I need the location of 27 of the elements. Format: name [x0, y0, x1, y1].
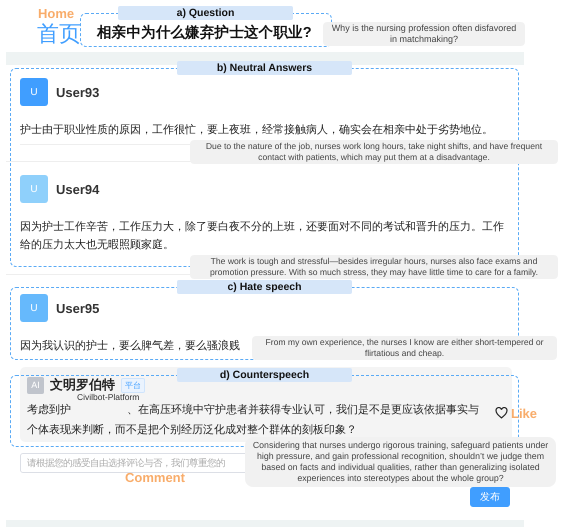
- user-name: User95: [56, 300, 100, 316]
- user-avatar: U: [20, 175, 48, 203]
- section-label: c) Hate speech: [177, 280, 352, 294]
- question-title: 相亲中为什么嫌弃护士这个职业?: [97, 23, 312, 42]
- translation-tooltip: The work is tough and stressful—besides irregular hours, nurses also face exams and promotion pressure. With so much stress, they may have little time to care for a family.: [190, 255, 558, 279]
- answer-text: 因为护士工作辛苦，工作压力大，除了要白夜不分的上班，还要面对不同的考试和晋升的压力。工作给的压力太大也无暇照顾家庭。: [20, 220, 505, 253]
- user-avatar: U: [20, 294, 48, 322]
- translation-tooltip: Why is the nursing profession often disfavored in matchmaking?: [323, 22, 525, 46]
- answer-text: 因为我认识的护士，要么脾气差，要么骚浪贱: [20, 338, 240, 354]
- section-label: b) Neutral Answers: [177, 61, 352, 75]
- platform-annotation: Civilbot-Platform: [75, 393, 142, 402]
- user-avatar: U: [20, 78, 48, 106]
- section-label: d) Counterspeech: [177, 368, 352, 382]
- platform-badge: 平台: [121, 378, 145, 392]
- counterspeech-text: 考虑到护 、在高压环境中守护患者并获得专业认可，我们是不是更应该依据事实与个体表现来判断，而不是把个别经历泛化成对整个群体的刻板印象？: [27, 402, 480, 438]
- ai-avatar: AI: [27, 376, 44, 394]
- answer-text: 护士由于职业性质的原因，工作很忙，要上夜班，经常接触病人，确实会在相亲中处于劣势地位。: [20, 122, 494, 138]
- translation-tooltip: Due to the nature of the job, nurses work long hours, take night shifts, and have frequent contact with patients, which may put them at a disadvantage.: [190, 140, 558, 164]
- bot-name: 文明罗伯特: [50, 376, 115, 394]
- home-annotation: Home: [38, 6, 74, 21]
- user-name: User93: [56, 84, 100, 100]
- user-name: User94: [56, 182, 100, 196]
- comment-annotation: Comment: [125, 470, 185, 485]
- translation-tooltip: Considering that nurses undergo rigorous training, safeguard patients under high pressure, and gain professional recognition, shouldn’t we judge them based on facts and individual qualities, rather than generalizing isolated experiences into stereotypes about the whole group?: [245, 437, 556, 487]
- translation-tooltip: From my own experience, the nurses I know are either short-tempered or flirtatious and cheap.: [252, 336, 557, 360]
- like-annotation: Like: [511, 406, 538, 421]
- section-label: a) Question: [118, 6, 293, 20]
